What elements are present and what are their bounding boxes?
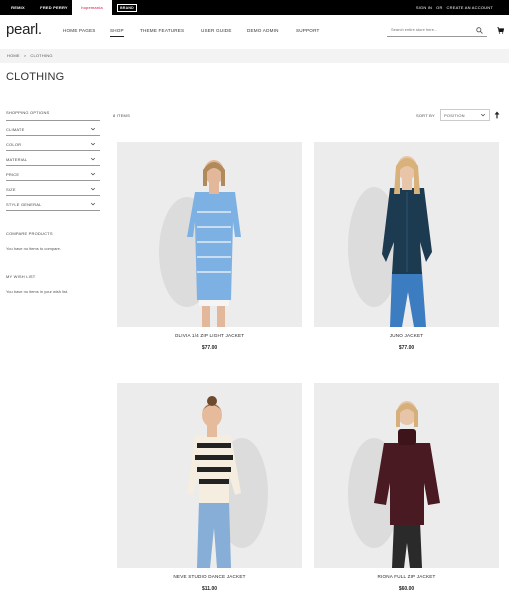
breadcrumb: HOME > CLOTHING (7, 53, 53, 58)
product-photo[interactable] (314, 383, 499, 568)
filter-label: COLOR (6, 142, 22, 147)
sort-direction-icon[interactable] (494, 111, 500, 119)
search-box (387, 25, 487, 37)
filter-label: SIZE (6, 187, 16, 192)
model-image (348, 156, 432, 327)
product-price: $77.00 (398, 345, 415, 351)
product-name[interactable]: JUNO JACKET (314, 333, 499, 338)
or-text: OR (436, 5, 443, 10)
model-image (348, 401, 440, 568)
logo[interactable]: pearl. (6, 21, 42, 38)
nav-user-guide[interactable]: USER GUIDE (201, 28, 232, 33)
filter-price[interactable]: PRICE (6, 166, 100, 181)
product-price: $11.00 (201, 586, 218, 592)
wishlist-text: You have no items in your wish list. (6, 289, 69, 294)
brand-label: FRED PERRY (40, 5, 68, 10)
sort-value: POSITION (444, 113, 465, 118)
product-card[interactable]: NEVE STUDIO DANCE JACKET $11.00 (117, 383, 302, 592)
product-photo[interactable] (117, 383, 302, 568)
filter-label: MATERIAL (6, 157, 28, 162)
product-name[interactable]: RIONA FULL ZIP JACKET (314, 574, 499, 579)
items-count: 8 ITEMS (113, 113, 130, 118)
breadcrumb-current: CLOTHING (30, 53, 53, 58)
product-price: $77.00 (201, 345, 218, 351)
filter-climate[interactable]: CLIMATE (6, 121, 100, 136)
filter-material[interactable]: MATERIAL (6, 151, 100, 166)
breadcrumb-separator: > (23, 53, 27, 58)
model-image (159, 160, 241, 327)
create-account-link[interactable]: CREATE AN ACCOUNT (447, 5, 493, 10)
filter-size[interactable]: SIZE (6, 181, 100, 196)
breadcrumb-home[interactable]: HOME (7, 53, 20, 58)
brand-label: BRAND (117, 3, 137, 12)
product-photo[interactable] (314, 142, 499, 327)
sidebar-filters: SHOPPING OPTIONS CLIMATE COLOR MATERIAL … (6, 106, 100, 211)
chevron-down-icon (90, 127, 96, 131)
product-photo[interactable] (117, 142, 302, 327)
brand-remix[interactable]: REMIX (0, 0, 36, 15)
chevron-down-icon (90, 202, 96, 206)
account-links: SIGN IN OR CREATE AN ACCOUNT (416, 0, 493, 15)
chevron-down-icon (90, 187, 96, 191)
filter-style-general[interactable]: STYLE GENERAL (6, 196, 100, 211)
compare-products-title: COMPARE PRODUCTS (6, 231, 53, 236)
sort-select[interactable]: POSITION (440, 109, 490, 121)
product-name[interactable]: NEVE STUDIO DANCE JACKET (117, 574, 302, 579)
sort-label: SORT BY (416, 113, 435, 118)
brand-hopemania[interactable]: hopemania (72, 0, 112, 15)
brand-label: REMIX (11, 5, 25, 10)
nav-shop[interactable]: SHOP (110, 28, 124, 37)
chevron-down-icon (480, 113, 486, 117)
shopping-options-heading: SHOPPING OPTIONS (6, 106, 100, 121)
nav-home-pages[interactable]: HOME PAGES (63, 28, 96, 33)
model-image (187, 396, 268, 568)
product-card[interactable]: JUNO JACKET $77.00 (314, 142, 499, 351)
chevron-down-icon (90, 157, 96, 161)
brand-fred-perry[interactable]: FRED PERRY (36, 0, 72, 15)
sign-in-link[interactable]: SIGN IN (416, 5, 432, 10)
product-name[interactable]: OLIVIA 1/4 ZIP LIGHT JACKET (117, 333, 302, 338)
nav-support[interactable]: SUPPORT (296, 28, 320, 33)
nav-demo-admin[interactable]: DEMO ADMIN (247, 28, 279, 33)
search-input[interactable] (391, 27, 471, 32)
filter-label: CLIMATE (6, 127, 25, 132)
compare-products-text: You have no items to compare. (6, 246, 61, 251)
wishlist-title: MY WISH LIST (6, 274, 36, 279)
search-icon[interactable] (476, 27, 483, 34)
brand-fourth[interactable]: BRAND (112, 0, 142, 15)
site-header: pearl. HOME PAGES SHOP THEME FEATURES US… (0, 15, 509, 49)
product-price: $60.00 (398, 586, 415, 592)
chevron-down-icon (90, 172, 96, 176)
filter-label: PRICE (6, 172, 20, 177)
breadcrumb-bar: HOME > CLOTHING (0, 49, 509, 63)
nav-theme-features[interactable]: THEME FEATURES (140, 28, 184, 33)
chevron-down-icon (90, 142, 96, 146)
filter-color[interactable]: COLOR (6, 136, 100, 151)
cart-icon[interactable] (497, 27, 504, 34)
product-card[interactable]: RIONA FULL ZIP JACKET $60.00 (314, 383, 499, 592)
product-card[interactable]: OLIVIA 1/4 ZIP LIGHT JACKET $77.00 (117, 142, 302, 351)
top-bar: REMIX FRED PERRY hopemania BRAND SIGN IN… (0, 0, 509, 15)
page-title: CLOTHING (6, 71, 65, 83)
brand-label: hopemania (81, 5, 103, 10)
filter-label: STYLE GENERAL (6, 202, 42, 207)
